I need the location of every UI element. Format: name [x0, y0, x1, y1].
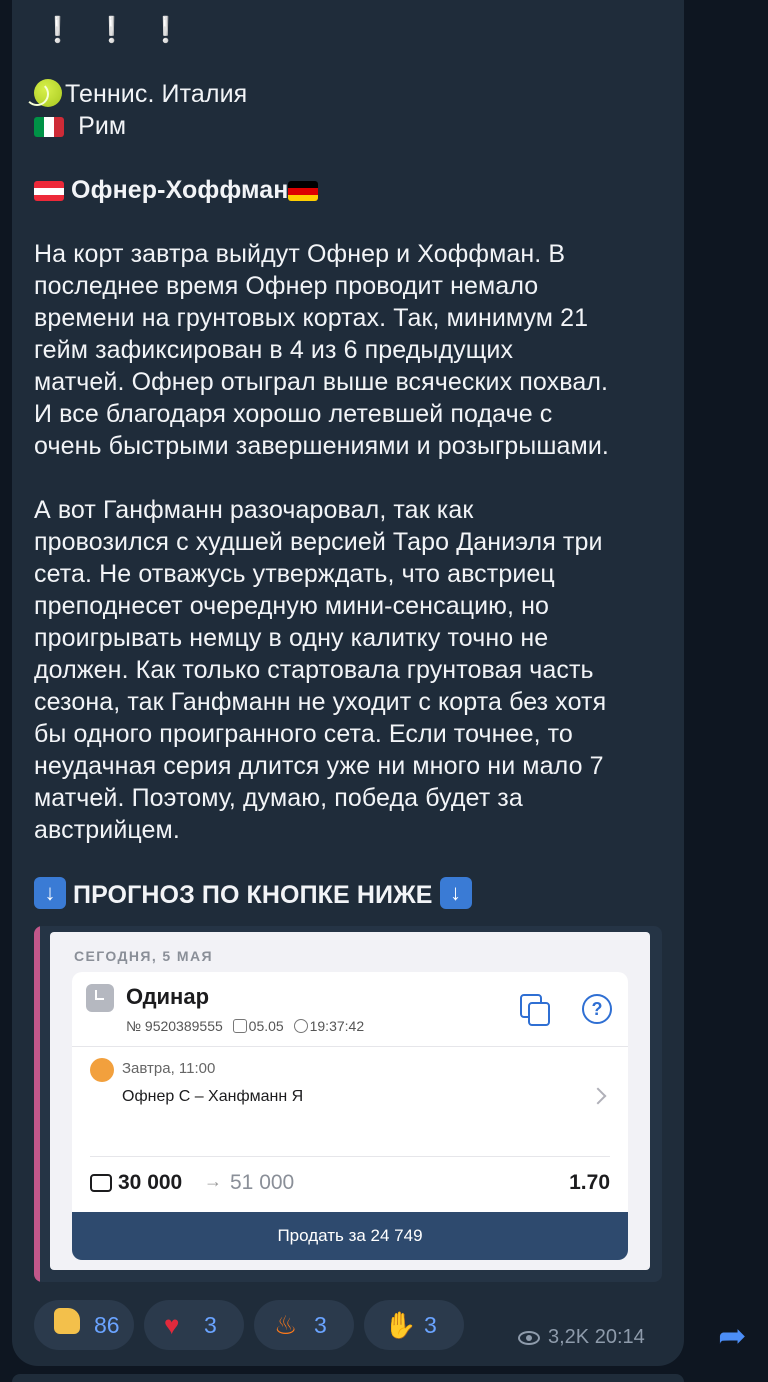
paragraph2-line: проигрывать немцу в одну калитку точно н…: [34, 624, 549, 652]
event-match: Офнер С – Ханфманн Я: [122, 1088, 304, 1105]
paragraph1-line: очень быстрыми завершениями и розыгрышам…: [34, 432, 609, 460]
paragraph2-line: сезона, так Ганфманн не уходит с корта б…: [34, 688, 607, 716]
reaction-heart[interactable]: ♥ 3: [144, 1300, 244, 1350]
sport-line: Теннис. Италия: [25, 78, 674, 110]
tennis-ball-icon: [25, 79, 62, 108]
bet-slip-image[interactable]: СЕГОДНЯ, 5 МАЯ Одинар № 9520389555 05.05…: [50, 932, 650, 1270]
embedded-screenshot[interactable]: СЕГОДНЯ, 5 МАЯ Одинар № 9520389555 05.05…: [34, 926, 662, 1282]
germany-flag-icon: [288, 181, 319, 202]
down-arrow-icon: ↓: [439, 877, 472, 910]
reaction-count: 86: [94, 1311, 120, 1338]
eye-icon: [518, 1330, 540, 1345]
paragraph1-line: времени на грунтовых кортах. Так, миниму…: [34, 304, 589, 332]
event-time: Завтра, 11:00: [122, 1060, 216, 1077]
paragraph2-line: сета. Не отважусь утверждать, что австри…: [34, 560, 555, 588]
bet-meta: № 9520389555 05.05 19:37:42: [126, 1018, 364, 1034]
help-icon: ?: [582, 994, 612, 1024]
reaction-count: 3: [314, 1311, 327, 1338]
divider: [90, 1156, 610, 1157]
reaction-fire[interactable]: ♨ 3: [254, 1300, 354, 1350]
clap-icon: ✋: [384, 1310, 417, 1340]
bet-odds: 1.70: [569, 1171, 610, 1194]
match-title: Офнер-Хоффман: [71, 176, 289, 204]
bet-type: Одинар: [126, 984, 210, 1009]
headline: ❕ ❕ ❕: [42, 16, 190, 44]
next-message-edge: [12, 1374, 684, 1382]
share-icon[interactable]: ➦: [718, 1318, 754, 1354]
embed-accent-stripe: [34, 926, 40, 1282]
paragraph1-line: матчей. Офнер отыграл выше всяческих пох…: [34, 368, 609, 396]
time-icon: [293, 1019, 308, 1033]
heart-icon: ♥: [164, 1310, 180, 1340]
paragraph1-line: И все благодаря хорошо летевшей подаче с: [34, 400, 553, 428]
match-title-line: Офнер-Хоффман: [34, 174, 674, 206]
paragraph2-line: А вот Ганфманн разочаровал, так как: [34, 496, 474, 524]
city-label: Рим: [78, 112, 127, 140]
reaction-count: 3: [424, 1311, 437, 1338]
message-time: 20:14: [594, 1326, 645, 1348]
paragraph1-line: На корт завтра выйдут Офнер и Хоффман. В: [34, 240, 566, 268]
paragraph2-line: провозился с худшей версией Таро Даниэля…: [34, 528, 603, 556]
reaction-clap[interactable]: ✋ 3: [364, 1300, 464, 1350]
message-footer: 3,2K 20:14: [518, 1326, 645, 1349]
fire-icon: ♨: [274, 1310, 298, 1340]
copy-icon: [520, 994, 550, 1026]
reactions-bar: 86 ♥ 3 ♨ 3 ✋ 3: [34, 1300, 464, 1350]
paragraph2-line: преподнесет очередную мини-сенсацию, но: [34, 592, 550, 620]
city-line: Рим: [34, 110, 674, 142]
paragraph2-line: должен. Как только стартовала грунтовая …: [34, 656, 594, 684]
reaction-thumbs-up[interactable]: 86: [34, 1300, 134, 1350]
reaction-count: 3: [204, 1311, 217, 1338]
bet-date-header: СЕГОДНЯ, 5 МАЯ: [74, 948, 213, 964]
sell-button: Продать за 24 749: [72, 1212, 628, 1260]
sport-label: Теннис. Италия: [65, 80, 248, 108]
bet-time: 19:37:42: [309, 1018, 365, 1034]
stake-amount: 30 000: [118, 1171, 183, 1194]
cta-text: ПРОГНОЗ ПО КНОПКЕ НИЖЕ: [73, 881, 433, 909]
bet-number: № 9520389555: [126, 1018, 223, 1034]
bet-card: Одинар № 9520389555 05.05 19:37:42 ? Зав…: [72, 972, 628, 1260]
austria-flag-icon: [34, 181, 64, 202]
payout-amount: 51 000: [230, 1171, 295, 1194]
chevron-right-icon: [589, 1087, 607, 1105]
paragraph2-line: неудачная серия длится уже ни много ни м…: [34, 752, 604, 780]
down-arrow-icon: ↓: [34, 877, 66, 910]
calendar-icon: [232, 1019, 247, 1033]
message-text: ❕ ❕ ❕ Теннис. Италия Рим Офнер-Хоффман Н…: [25, 14, 674, 914]
thumbs-up-icon: [54, 1300, 88, 1350]
tennis-sport-icon: [90, 1058, 114, 1082]
italy-flag-icon: [34, 117, 64, 138]
clock-icon: [86, 984, 114, 1012]
cta-line: ↓ ПРОГНОЗ ПО КНОПКЕ НИЖЕ ↓: [34, 876, 674, 914]
paragraph2-line: бы одного проигранного сета. Если точнее…: [34, 720, 573, 748]
arrow-right-icon: →: [204, 1171, 222, 1191]
paragraph1-line: последнее время Офнер проводит немало: [34, 272, 539, 300]
view-count: 3,2K: [548, 1326, 590, 1348]
paragraph2-line: матчей. Поэтому, думаю, победа будет за: [34, 784, 523, 812]
paragraph1-line: гейм зафиксирован в 4 из 6 предыдущих: [34, 336, 514, 364]
divider: [72, 1046, 628, 1047]
paragraph2-line: австрийцем.: [34, 816, 180, 844]
wallet-icon: [90, 1174, 112, 1192]
bet-date: 05.05: [248, 1018, 284, 1034]
